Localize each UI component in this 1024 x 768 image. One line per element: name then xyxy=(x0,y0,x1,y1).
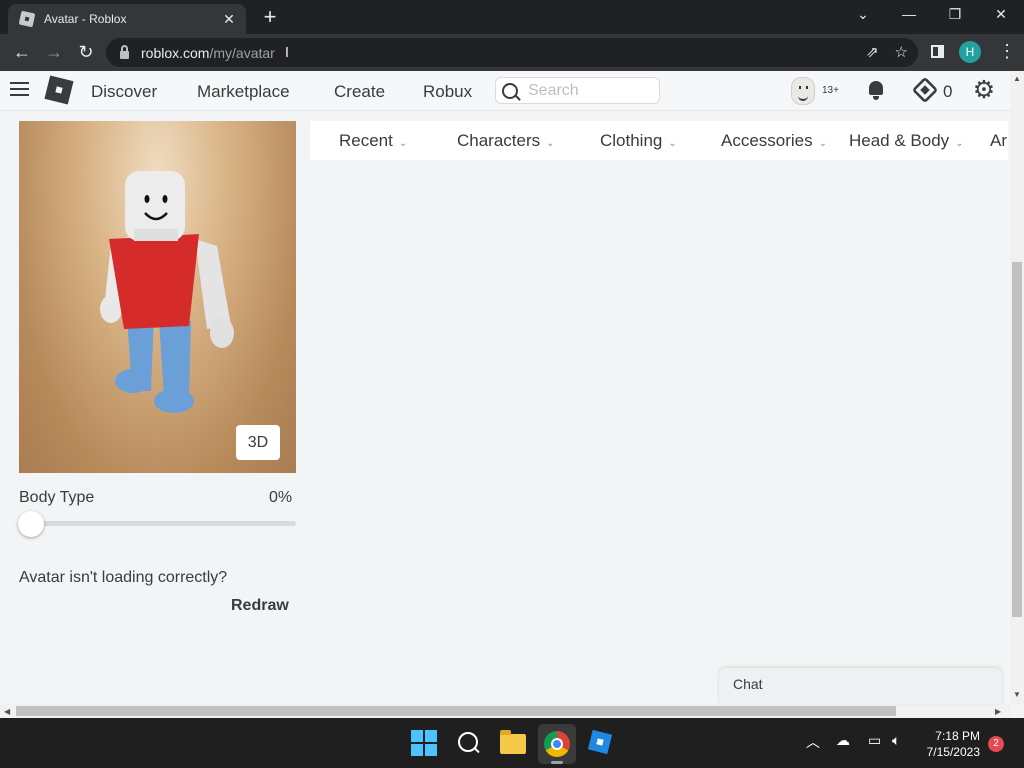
chevron-down-icon: ⌄ xyxy=(398,138,408,149)
minimize-button[interactable]: — xyxy=(894,6,924,22)
tab-clothing[interactable]: Clothing ⌄ xyxy=(600,131,677,151)
tab-search-chevron-icon[interactable]: ⌄ xyxy=(848,6,878,23)
neck xyxy=(134,229,178,241)
tray-overflow-chevron-icon[interactable]: ︿ xyxy=(806,732,820,752)
chat-label: Chat xyxy=(733,676,763,692)
onedrive-cloud-icon[interactable]: ☁ xyxy=(836,732,850,749)
3d-toggle-button[interactable]: 3D xyxy=(236,425,280,460)
scroll-up-arrow-icon[interactable]: ▲ xyxy=(1013,74,1021,83)
clock-date: 7/15/2023 xyxy=(926,745,980,759)
chevron-down-icon: ⌄ xyxy=(955,138,964,149)
volume-icon[interactable]: 🔈︎ xyxy=(892,732,900,749)
profile-avatar[interactable]: H xyxy=(959,41,981,63)
robux-icon[interactable] xyxy=(911,76,939,104)
notification-badge[interactable]: 2 xyxy=(988,736,1004,752)
roblox-studio-icon[interactable] xyxy=(588,730,614,756)
notifications-bell-icon[interactable] xyxy=(866,79,886,100)
age-badge: 13+ xyxy=(822,85,839,96)
right-hand xyxy=(210,318,234,348)
left-foot xyxy=(115,369,151,393)
url-host: roblox.com xyxy=(141,44,210,61)
url-path: /my/avatar xyxy=(209,44,275,61)
scroll-left-arrow-icon[interactable]: ◀ xyxy=(4,707,10,716)
active-app-indicator xyxy=(551,761,563,764)
roblox-favicon-icon xyxy=(18,10,36,28)
close-tab-icon[interactable]: ✕ xyxy=(218,11,240,28)
tab-animations-partial[interactable]: Ar xyxy=(990,131,1007,151)
right-leg xyxy=(159,321,191,396)
avatar-preview[interactable]: 3D xyxy=(19,121,296,473)
chevron-down-icon: ⌄ xyxy=(818,138,828,149)
reload-button[interactable]: ↻ xyxy=(74,41,98,63)
bookmark-star-icon[interactable]: ☆ xyxy=(895,43,908,61)
left-hand xyxy=(100,295,122,323)
nav-robux[interactable]: Robux xyxy=(423,82,472,102)
category-tabs: Recent ⌄ Characters ⌄ Clothing ⌄ Accessorie… xyxy=(310,121,1008,160)
right-eye xyxy=(162,195,168,203)
right-arm xyxy=(195,239,231,329)
chevron-down-icon: ⌄ xyxy=(546,138,555,149)
network-icon[interactable]: ▭ xyxy=(868,732,881,749)
browser-menu-icon[interactable]: ⋮ xyxy=(998,41,1016,62)
hamburger-menu-icon[interactable] xyxy=(10,82,29,96)
taskbar-search-icon[interactable] xyxy=(456,730,482,756)
body-type-label: Body Type xyxy=(19,489,95,506)
robux-balance[interactable]: 0 xyxy=(943,82,952,102)
nav-marketplace[interactable]: Marketplace xyxy=(197,82,290,102)
roblox-header: Discover Marketplace Create Robux 13+ 0 … xyxy=(0,71,1010,111)
text-cursor-icon: I xyxy=(284,44,289,61)
scroll-down-arrow-icon[interactable]: ▼ xyxy=(1013,690,1021,699)
file-explorer-icon[interactable] xyxy=(500,730,526,754)
redraw-button[interactable]: Redraw xyxy=(231,597,289,615)
new-tab-button[interactable]: + xyxy=(258,5,282,29)
nav-discover[interactable]: Discover xyxy=(91,82,157,102)
right-foot xyxy=(154,389,194,413)
body-type-slider[interactable] xyxy=(19,521,296,526)
vertical-scrollbar-thumb[interactable] xyxy=(1012,262,1022,617)
nav-create[interactable]: Create xyxy=(334,82,385,102)
tab-characters[interactable]: Characters ⌄ xyxy=(457,131,555,151)
left-eye xyxy=(144,195,150,203)
lock-icon[interactable] xyxy=(120,44,129,59)
body-type-value: 0% xyxy=(269,489,293,506)
windows-taskbar: ︿ ☁ ▭ 🔈︎ xyxy=(0,718,1024,768)
search-input[interactable] xyxy=(528,81,648,100)
clock-time: 7:18 PM xyxy=(935,729,980,743)
chat-bar[interactable]: Chat xyxy=(719,668,1002,704)
search-icon xyxy=(502,82,518,99)
system-clock[interactable]: 7:18 PM 7/15/2023 xyxy=(918,728,980,760)
tab-title: Avatar - Roblox xyxy=(44,12,127,26)
tab-head-body[interactable]: Head & Body ⌄ xyxy=(849,131,964,151)
tab-accessories[interactable]: Accessories ⌄ xyxy=(721,131,827,151)
horizontal-scrollbar-thumb[interactable] xyxy=(16,706,896,716)
browser-toolbar: ← → ↻ roblox.com/my/avatar I ⇗ ☆ xyxy=(0,34,1024,71)
address-bar[interactable]: roblox.com/my/avatar I ⇗ ☆ xyxy=(106,38,918,67)
body-type-slider-thumb[interactable] xyxy=(18,511,44,537)
browser-tab[interactable]: Avatar - Roblox ✕ xyxy=(8,4,246,34)
browser-titlebar: Avatar - Roblox ✕ + ⌄ — ❐ ✕ xyxy=(0,0,1024,34)
close-window-button[interactable]: ✕ xyxy=(986,6,1016,23)
tab-recent[interactable]: Recent ⌄ xyxy=(339,131,407,151)
scroll-right-arrow-icon[interactable]: ▶ xyxy=(995,707,1001,716)
settings-gear-icon[interactable]: ⚙ xyxy=(972,78,996,103)
side-panel-icon[interactable] xyxy=(931,45,944,58)
search-box[interactable] xyxy=(495,77,660,104)
windows-start-icon[interactable] xyxy=(411,730,437,756)
avatar-help-text: Avatar isn't loading correctly? xyxy=(19,569,228,586)
roblox-logo-icon[interactable] xyxy=(44,75,74,105)
share-icon[interactable]: ⇗ xyxy=(866,43,879,61)
chevron-down-icon: ⌄ xyxy=(668,138,677,149)
restore-button[interactable]: ❐ xyxy=(940,6,970,23)
torso-shirt xyxy=(109,234,199,329)
forward-button[interactable]: → xyxy=(42,41,66,63)
user-avatar-head-icon[interactable] xyxy=(791,77,815,105)
back-button[interactable]: ← xyxy=(10,41,34,63)
chrome-taskbar-icon[interactable] xyxy=(544,731,570,757)
avatar-figure xyxy=(100,171,234,413)
